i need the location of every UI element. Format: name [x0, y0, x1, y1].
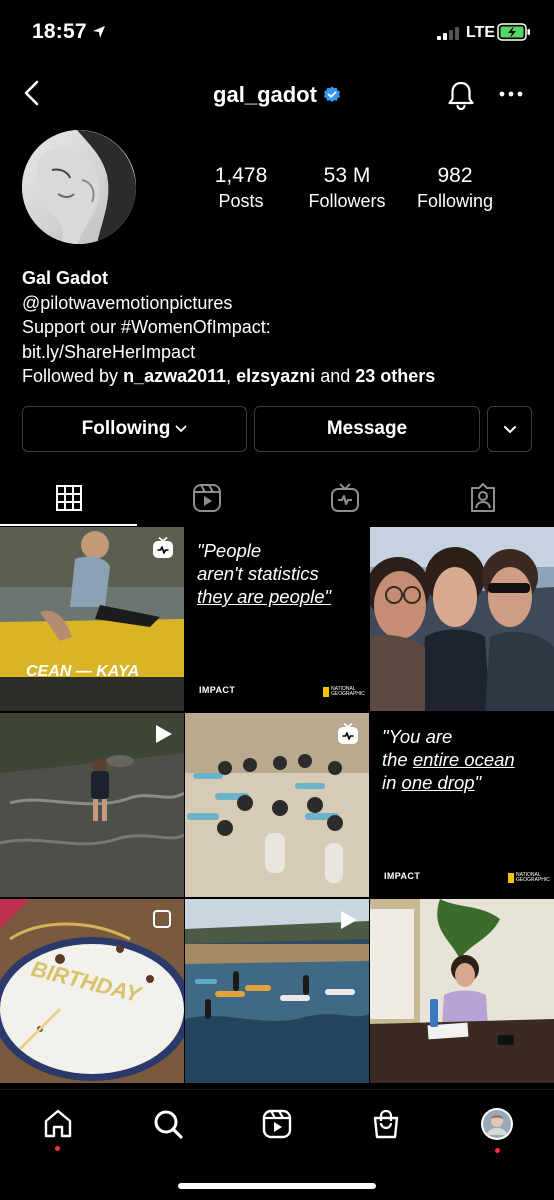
search-icon: [154, 1110, 183, 1139]
home-indicator: [178, 1183, 376, 1189]
kayak-text: CEAN — KAYA: [26, 663, 140, 680]
message-button[interactable]: Message: [254, 406, 480, 452]
post-thumbnail[interactable]: [185, 899, 369, 1083]
quote-text: the: [382, 749, 413, 770]
quote-text: entire ocean: [412, 749, 515, 770]
reels-icon: [193, 484, 221, 512]
verified-icon: [323, 86, 340, 102]
following-button-label: Following: [81, 418, 171, 439]
nav-search[interactable]: [148, 1104, 188, 1144]
carousel-icon: [153, 910, 171, 928]
profile-actions: Following Message: [22, 406, 532, 452]
profile-header: gal_gadot: [0, 66, 554, 124]
home-icon: [44, 1109, 72, 1138]
post-thumbnail[interactable]: "You are the entire ocean in one drop" I…: [370, 713, 554, 897]
igtv-icon: [338, 723, 358, 744]
post-thumbnail[interactable]: "People aren't statistics they are peopl…: [185, 527, 369, 711]
play-icon: [156, 725, 172, 743]
impact-label: IMPACT: [384, 871, 421, 881]
network-label: LTE: [466, 24, 496, 41]
nav-shop[interactable]: [366, 1104, 406, 1144]
quote-line: in one drop": [382, 771, 544, 794]
followed-by-and: and: [315, 366, 356, 386]
chevron-down-icon: [503, 425, 516, 433]
nav-reels[interactable]: [257, 1104, 297, 1144]
stat-posts-value: 1,478: [214, 164, 268, 187]
post-thumbnail[interactable]: [370, 527, 554, 711]
tab-posts[interactable]: [0, 470, 138, 526]
username: gal_gadot: [213, 82, 317, 107]
stat-followers[interactable]: 53 M Followers: [292, 164, 402, 212]
status-bar: 18:57 LTE: [0, 0, 554, 66]
followed-by-user: n_azwa2011: [123, 366, 227, 386]
post-quote: "You are the entire ocean in one drop": [382, 725, 544, 794]
tab-tagged[interactable]: [414, 470, 552, 526]
signal-icon: [437, 27, 459, 40]
post-image: [370, 899, 554, 1083]
followed-by-prefix: Followed by: [22, 366, 124, 386]
profile-tabs: [0, 470, 554, 526]
bell-icon[interactable]: [444, 78, 478, 112]
status-time: 18:57: [32, 20, 87, 43]
profile-name: Gal Gadot: [22, 268, 109, 288]
bio-mention[interactable]: @pilotwavemotionpictures: [22, 291, 532, 316]
following-button[interactable]: Following: [22, 406, 247, 452]
post-image: [370, 527, 554, 711]
bio-link[interactable]: bit.ly/ShareHerImpact: [22, 340, 532, 365]
shop-icon: [373, 1109, 399, 1139]
nav-profile[interactable]: [477, 1104, 517, 1144]
stat-followers-value: 53 M: [323, 164, 371, 187]
natgeo-logo: NATIONAL GEOGRAPHIC: [508, 873, 550, 883]
stat-posts-label: Posts: [218, 191, 264, 211]
igtv-icon: [153, 537, 173, 558]
quote-line: aren't statistics: [197, 563, 319, 584]
post-thumbnail[interactable]: CEAN — KAYA: [0, 527, 184, 711]
bio-text: Support our #WomenOfImpact:: [22, 317, 271, 337]
reels-icon: [262, 1109, 292, 1139]
quote-line: "People: [197, 540, 262, 561]
followed-by-sep: ,: [226, 366, 237, 386]
grid-icon: [56, 485, 82, 511]
suggested-accounts-button[interactable]: [487, 406, 532, 452]
igtv-icon: [331, 483, 359, 512]
post-quote: "People aren't statistics they are peopl…: [197, 539, 359, 608]
posts-grid: CEAN — KAYA "People aren't statistics th…: [0, 527, 554, 1087]
notification-dot: [495, 1148, 500, 1153]
stat-following[interactable]: 982 Following: [400, 164, 510, 212]
nav-home[interactable]: [38, 1104, 78, 1144]
impact-label: IMPACT: [199, 685, 236, 695]
active-tab-indicator: [0, 524, 137, 526]
message-button-label: Message: [326, 418, 408, 439]
followed-by[interactable]: Followed by n_azwa2011, elzsyazni and 23…: [22, 364, 532, 389]
more-icon[interactable]: [498, 86, 524, 102]
quote-line: the entire ocean: [382, 748, 544, 771]
stat-posts[interactable]: 1,478 Posts: [186, 164, 296, 212]
tab-igtv[interactable]: [276, 470, 414, 526]
profile-avatar[interactable]: [22, 130, 136, 244]
post-thumbnail[interactable]: [0, 713, 184, 897]
profile-bio: Gal Gadot @pilotwavemotionpictures Suppo…: [22, 266, 532, 389]
stat-followers-label: Followers: [308, 191, 386, 211]
post-thumbnail[interactable]: [370, 899, 554, 1083]
tagged-icon: [471, 483, 495, 512]
tab-reels[interactable]: [138, 470, 276, 526]
stat-following-value: 982: [437, 164, 473, 187]
quote-text: one drop: [401, 772, 475, 793]
profile-avatar: [481, 1108, 513, 1140]
quote-text: ": [474, 772, 482, 793]
battery-icon: [497, 23, 530, 41]
stat-following-label: Following: [416, 191, 494, 211]
post-thumbnail[interactable]: [185, 713, 369, 897]
quote-line: they are people": [197, 586, 332, 607]
chevron-down-icon: [175, 425, 187, 432]
natgeo-logo: NATIONAL GEOGRAPHIC: [323, 687, 365, 697]
play-icon: [341, 911, 357, 929]
quote-line: "You are: [382, 726, 453, 747]
location-arrow-icon: [93, 26, 105, 38]
followed-by-user: elzsyazni: [236, 366, 316, 386]
quote-text: in: [382, 772, 402, 793]
followed-by-others: 23 others: [355, 366, 436, 386]
notification-dot: [55, 1146, 60, 1151]
post-thumbnail[interactable]: BIRTHDAY: [0, 899, 184, 1083]
